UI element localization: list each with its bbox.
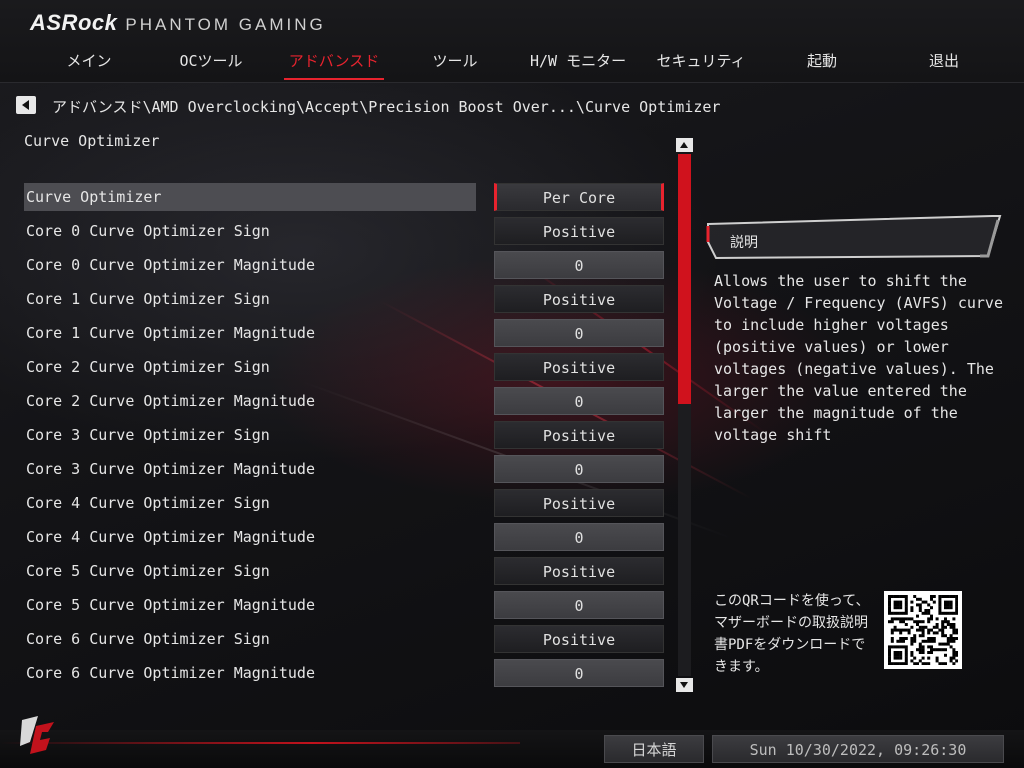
- setting-label: Core 4 Curve Optimizer Magnitude: [26, 528, 315, 546]
- setting-row[interactable]: Core 2 Curve Optimizer Sign Positive: [24, 352, 668, 386]
- setting-row[interactable]: Core 5 Curve Optimizer Magnitude 0: [24, 590, 668, 624]
- setting-row[interactable]: Core 0 Curve Optimizer Sign Positive: [24, 216, 668, 250]
- header: ASRock PHANTOM GAMING メイン OCツール アドバンスド ツ…: [0, 0, 1024, 83]
- language-button[interactable]: 日本語: [604, 735, 704, 763]
- setting-label: Core 0 Curve Optimizer Sign: [26, 222, 270, 240]
- setting-label: Core 6 Curve Optimizer Sign: [26, 630, 270, 648]
- scroll-down-icon[interactable]: [676, 678, 693, 692]
- setting-label: Core 2 Curve Optimizer Magnitude: [26, 392, 315, 410]
- page-title: Curve Optimizer: [24, 132, 160, 150]
- tab-security[interactable]: セキュリティ: [656, 50, 746, 74]
- main-tabs: メイン OCツール アドバンスド ツール H/W モニター セキュリティ 起動 …: [0, 50, 1024, 80]
- bios-screen: ASRock PHANTOM GAMING メイン OCツール アドバンスド ツ…: [0, 0, 1024, 768]
- setting-row[interactable]: Core 0 Curve Optimizer Magnitude 0: [24, 250, 668, 284]
- tab-exit[interactable]: 退出: [928, 50, 960, 74]
- tab-oc-tweaker[interactable]: OCツール: [178, 50, 244, 74]
- qr-caption: このQRコードを使って、マザーボードの取扱説明書PDFをダウンロードできます。: [714, 593, 870, 675]
- setting-select[interactable]: Per Core: [494, 183, 664, 211]
- setting-select[interactable]: Positive: [494, 353, 664, 381]
- setting-select[interactable]: Positive: [494, 557, 664, 585]
- setting-label: Core 5 Curve Optimizer Sign: [26, 562, 270, 580]
- setting-label: Core 6 Curve Optimizer Magnitude: [26, 664, 315, 682]
- setting-select[interactable]: Positive: [494, 489, 664, 517]
- setting-label: Core 4 Curve Optimizer Sign: [26, 494, 270, 512]
- setting-row[interactable]: Core 3 Curve Optimizer Sign Positive: [24, 420, 668, 454]
- setting-row[interactable]: Core 5 Curve Optimizer Sign Positive: [24, 556, 668, 590]
- setting-row[interactable]: Core 6 Curve Optimizer Sign Positive: [24, 624, 668, 658]
- magnitude-input[interactable]: 0: [494, 455, 664, 483]
- brand-logo: ASRock: [30, 10, 118, 35]
- magnitude-input[interactable]: 0: [494, 523, 664, 551]
- setting-row[interactable]: Core 1 Curve Optimizer Magnitude 0: [24, 318, 668, 352]
- brand: ASRock PHANTOM GAMING: [30, 10, 326, 36]
- tab-boot[interactable]: 起動: [806, 50, 838, 74]
- setting-label: Core 1 Curve Optimizer Sign: [26, 290, 270, 308]
- back-arrow-icon[interactable]: [16, 96, 36, 114]
- setting-row[interactable]: Core 4 Curve Optimizer Sign Positive: [24, 488, 668, 522]
- scroll-up-icon[interactable]: [676, 138, 693, 152]
- tab-main[interactable]: メイン: [66, 50, 112, 74]
- magnitude-input[interactable]: 0: [494, 387, 664, 415]
- setting-label: Core 2 Curve Optimizer Sign: [26, 358, 270, 376]
- setting-row[interactable]: Core 3 Curve Optimizer Magnitude 0: [24, 454, 668, 488]
- setting-select[interactable]: Positive: [494, 285, 664, 313]
- footer-accent-line: [0, 742, 520, 744]
- brand-subtitle: PHANTOM GAMING: [125, 15, 326, 34]
- setting-label: Core 3 Curve Optimizer Magnitude: [26, 460, 315, 478]
- setting-row[interactable]: Core 4 Curve Optimizer Magnitude 0: [24, 522, 668, 556]
- setting-row[interactable]: Core 1 Curve Optimizer Sign Positive: [24, 284, 668, 318]
- description-title: 説明: [730, 235, 758, 251]
- setting-select[interactable]: Positive: [494, 625, 664, 653]
- setting-select[interactable]: Positive: [494, 217, 664, 245]
- setting-select[interactable]: Positive: [494, 421, 664, 449]
- phantom-gaming-logo-icon: [20, 716, 54, 754]
- setting-label: Curve Optimizer: [24, 183, 476, 211]
- tab-tool[interactable]: ツール: [432, 50, 478, 74]
- tab-advanced[interactable]: アドバンスド: [284, 50, 384, 80]
- description-text: Allows the user to shift the Voltage / F…: [714, 272, 1003, 444]
- tab-hw-monitor[interactable]: H/W モニター: [530, 50, 626, 74]
- setting-label: Core 5 Curve Optimizer Magnitude: [26, 596, 315, 614]
- magnitude-input[interactable]: 0: [494, 319, 664, 347]
- scrollbar-thumb[interactable]: [678, 154, 691, 404]
- magnitude-input[interactable]: 0: [494, 591, 664, 619]
- setting-row[interactable]: Curve Optimizer Per Core: [24, 182, 668, 216]
- setting-label: Core 1 Curve Optimizer Magnitude: [26, 324, 315, 342]
- datetime-display: Sun 10/30/2022, 09:26:30: [712, 735, 1004, 763]
- setting-row[interactable]: Core 2 Curve Optimizer Magnitude 0: [24, 386, 668, 420]
- settings-list: Curve Optimizer Per Core Core 0 Curve Opti…: [24, 182, 668, 692]
- magnitude-input[interactable]: 0: [494, 659, 664, 687]
- qr-code-icon: [884, 591, 962, 669]
- setting-label: Core 0 Curve Optimizer Magnitude: [26, 256, 315, 274]
- magnitude-input[interactable]: 0: [494, 251, 664, 279]
- setting-label: Core 3 Curve Optimizer Sign: [26, 426, 270, 444]
- breadcrumb: アドバンスド\AMD Overclocking\Accept\Precision…: [52, 98, 721, 116]
- setting-row[interactable]: Core 6 Curve Optimizer Magnitude 0: [24, 658, 668, 692]
